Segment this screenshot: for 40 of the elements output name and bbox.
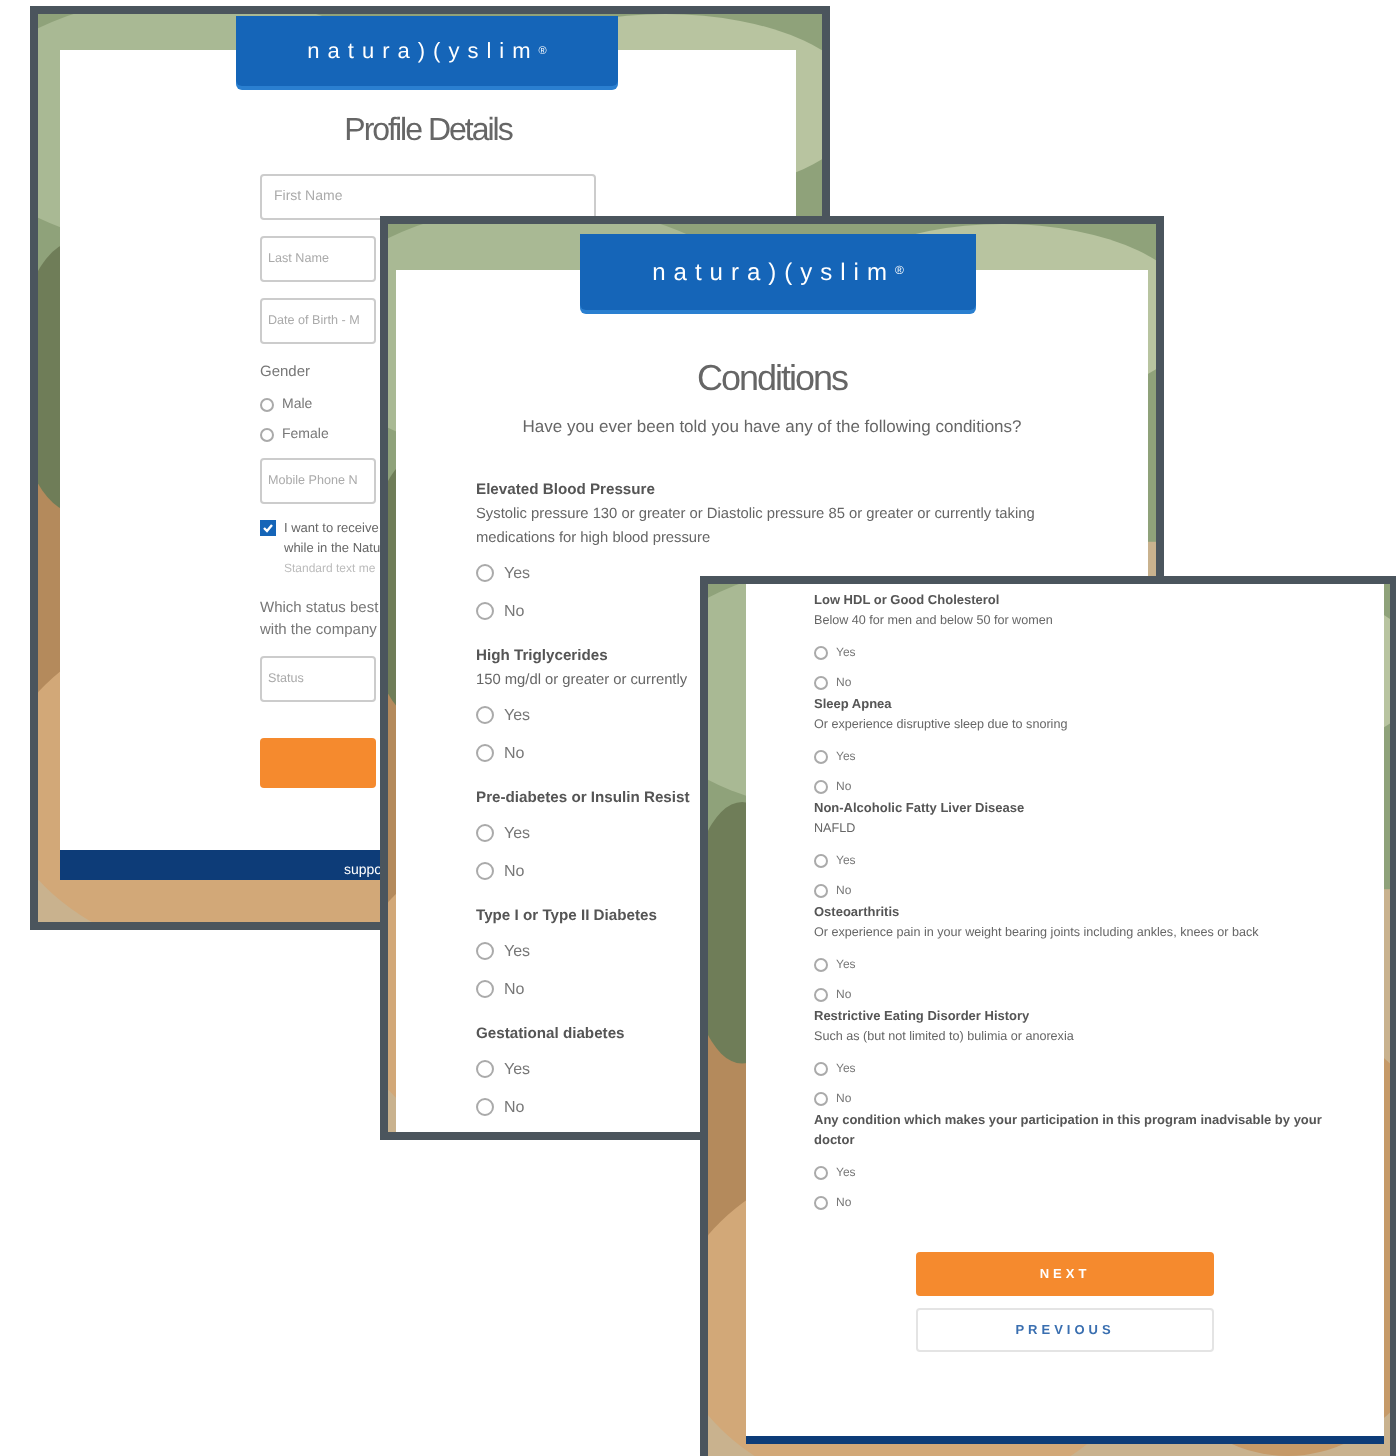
radio-button[interactable]: [476, 1060, 494, 1078]
radio-option[interactable]: No: [476, 862, 525, 880]
radio-button[interactable]: [260, 428, 274, 442]
radio-option[interactable]: No: [476, 1098, 525, 1116]
page-title: Profile Details: [344, 114, 512, 150]
radio-button[interactable]: [814, 958, 828, 972]
page-title: Conditions: [696, 358, 848, 400]
radio-button[interactable]: [476, 602, 494, 620]
radio-button[interactable]: [476, 744, 494, 762]
radio-button[interactable]: [814, 884, 828, 898]
radio-button[interactable]: [814, 1062, 828, 1076]
logo-banner: natura)(yslim$^{®}$: [580, 234, 976, 310]
radio-button[interactable]: [814, 1196, 828, 1210]
checkbox[interactable]: [260, 520, 276, 536]
radio-button[interactable]: [476, 706, 494, 724]
radio-option[interactable]: No: [476, 980, 525, 998]
radio-button[interactable]: [476, 824, 494, 842]
radio-button[interactable]: [814, 1092, 828, 1106]
radio-button[interactable]: [814, 676, 828, 690]
radio-option[interactable]: No: [476, 602, 525, 620]
radio-button[interactable]: [814, 988, 828, 1002]
question-text: Have you ever been told you have any of the following conditions?: [522, 416, 1022, 436]
radio-button[interactable]: [476, 942, 494, 960]
radio-button[interactable]: [476, 980, 494, 998]
radio-option[interactable]: Yes: [476, 564, 531, 582]
radio-button[interactable]: [476, 564, 494, 582]
radio-button[interactable]: [814, 1166, 828, 1180]
radio-option[interactable]: Yes: [476, 706, 531, 724]
radio-button[interactable]: [476, 1098, 494, 1116]
radio-button[interactable]: [814, 854, 828, 868]
radio-button[interactable]: [814, 750, 828, 764]
radio-button[interactable]: [814, 646, 828, 660]
radio-button[interactable]: [814, 780, 828, 794]
logo-banner: natura)(yslim$^{®}$: [236, 16, 618, 86]
radio-button[interactable]: [476, 862, 494, 880]
radio-option[interactable]: Yes: [476, 1060, 531, 1078]
radio-option[interactable]: No: [476, 744, 525, 762]
radio-option[interactable]: Yes: [476, 824, 531, 842]
radio-option[interactable]: Yes: [476, 942, 531, 960]
radio-button[interactable]: [260, 398, 274, 412]
